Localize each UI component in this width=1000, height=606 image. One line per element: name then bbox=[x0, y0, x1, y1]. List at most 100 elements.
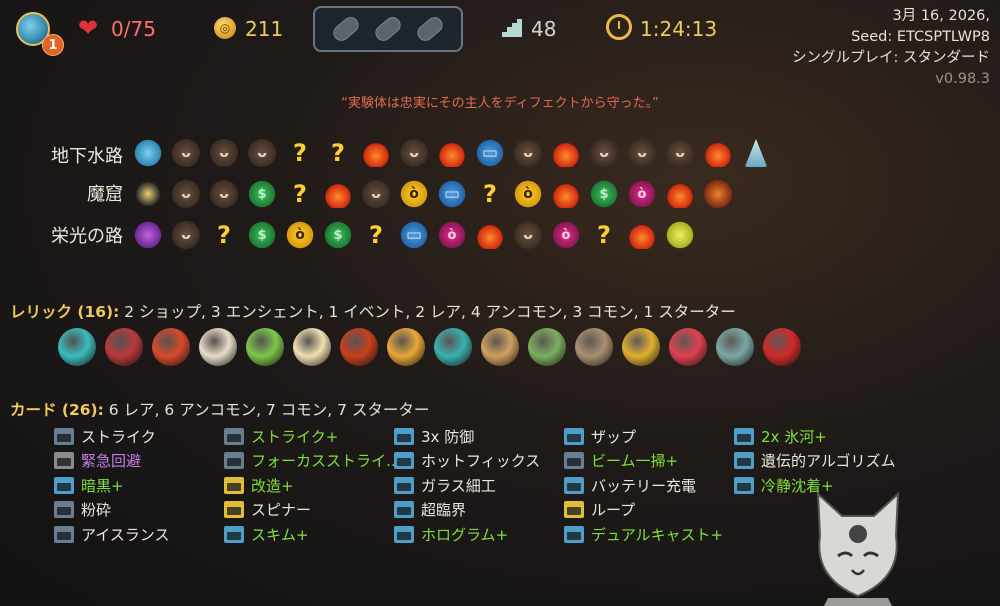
pyramid-icon[interactable] bbox=[481, 328, 519, 366]
card-list-item[interactable]: 暗黒+ bbox=[54, 473, 224, 498]
map-node-rest-icon[interactable] bbox=[324, 180, 352, 208]
map-node-elite2-icon[interactable]: ò bbox=[438, 221, 466, 249]
blood-vial-icon[interactable] bbox=[763, 328, 801, 366]
card-name: アイスランス bbox=[81, 525, 170, 544]
red-creature-icon[interactable] bbox=[669, 328, 707, 366]
card-name: 粉砕 bbox=[81, 501, 112, 520]
card-list-item[interactable]: スキム+ bbox=[224, 522, 394, 547]
map-node-treasure-icon[interactable]: ▭ bbox=[400, 221, 428, 249]
map-node-monster-icon[interactable]: ᴗ bbox=[172, 180, 200, 208]
map-node-rest-icon[interactable] bbox=[476, 221, 504, 249]
map-node-final-orange-icon[interactable] bbox=[704, 180, 732, 208]
card-list-item[interactable]: ホログラム+ bbox=[394, 522, 564, 547]
card-list-item[interactable]: 緊急回避 bbox=[54, 449, 224, 474]
card-name: 3x 防御 bbox=[421, 427, 475, 446]
map-node-monster-icon[interactable]: ᴗ bbox=[590, 139, 618, 167]
card-list-item[interactable]: 改造+ bbox=[224, 473, 394, 498]
card-list-item[interactable]: スピナー bbox=[224, 498, 394, 523]
lucky-cat-icon[interactable] bbox=[293, 328, 331, 366]
map-node-final-yellow-icon[interactable] bbox=[666, 221, 694, 249]
map-node-shop-icon[interactable]: $ bbox=[248, 180, 276, 208]
card-list-item[interactable]: 遺伝的アルゴリズム bbox=[734, 449, 904, 474]
card-list-item[interactable]: ストライク+ bbox=[224, 424, 394, 449]
card-name: フォーカスストライ… bbox=[251, 452, 394, 471]
card-name: 改造+ bbox=[251, 476, 294, 495]
map-node-treasure-icon[interactable]: ▭ bbox=[476, 139, 504, 167]
cracked-core-icon[interactable] bbox=[58, 328, 96, 366]
map-node-boss-blue-icon[interactable] bbox=[134, 139, 162, 167]
map-node-unknown-icon[interactable]: ? bbox=[210, 221, 238, 249]
card-list-item[interactable]: ガラス細工 bbox=[394, 473, 564, 498]
card-list-item[interactable]: ホットフィックス bbox=[394, 449, 564, 474]
map-node-rest-icon[interactable] bbox=[552, 180, 580, 208]
card-list-item[interactable]: フォーカスストライ… bbox=[224, 449, 394, 474]
map-node-final-crystal-icon[interactable] bbox=[744, 139, 768, 167]
card-name: ストライク bbox=[81, 427, 156, 446]
map-node-elite2-icon[interactable]: ò bbox=[552, 221, 580, 249]
map-node-rest-icon[interactable] bbox=[628, 221, 656, 249]
map-node-shop-icon[interactable]: $ bbox=[590, 180, 618, 208]
cocoa-cup-icon[interactable] bbox=[199, 328, 237, 366]
map-node-boss-purple-icon[interactable] bbox=[134, 221, 162, 249]
firework-icon[interactable] bbox=[152, 328, 190, 366]
card-list-item[interactable]: ビーム一掃+ bbox=[564, 449, 734, 474]
map-node-unknown-icon[interactable]: ? bbox=[362, 221, 390, 249]
card-name: ループ bbox=[591, 501, 636, 520]
map-node-monster-icon[interactable]: ᴗ bbox=[666, 139, 694, 167]
scissors-icon[interactable] bbox=[105, 328, 143, 366]
potion-slot-empty-icon[interactable] bbox=[414, 13, 446, 45]
card-list-item[interactable]: 粉砕 bbox=[54, 498, 224, 523]
act-3-path: ᴗ? $ ò $? ▭ ò ᴗ ò? bbox=[134, 221, 694, 249]
map-node-unknown-icon[interactable]: ? bbox=[590, 221, 618, 249]
potion-slot-empty-icon[interactable] bbox=[372, 13, 404, 45]
card-list-item[interactable]: 超臨界 bbox=[394, 498, 564, 523]
map-node-monster-icon[interactable]: ᴗ bbox=[514, 139, 542, 167]
map-node-shop-icon[interactable]: $ bbox=[324, 221, 352, 249]
relics-breakdown: 2 ショップ, 3 エンシェント, 1 イベント, 2 レア, 4 アンコモン,… bbox=[119, 303, 736, 321]
map-node-treasure-icon[interactable]: ▭ bbox=[438, 180, 466, 208]
map-node-monster-icon[interactable]: ᴗ bbox=[210, 180, 238, 208]
map-node-monster-icon[interactable]: ᴗ bbox=[514, 221, 542, 249]
potion-slot-empty-icon[interactable] bbox=[330, 13, 362, 45]
bowl-icon[interactable] bbox=[434, 328, 472, 366]
spinning-top-icon[interactable] bbox=[716, 328, 754, 366]
map-node-monster-icon[interactable]: ᴗ bbox=[210, 139, 238, 167]
map-node-unknown-icon[interactable]: ? bbox=[324, 139, 352, 167]
card-list-item[interactable]: バッテリー充電 bbox=[564, 473, 734, 498]
map-node-shop-icon[interactable]: $ bbox=[248, 221, 276, 249]
map-node-rest-icon[interactable] bbox=[438, 139, 466, 167]
run-seed[interactable]: Seed: ETCSPTLWP8 bbox=[792, 27, 990, 48]
map-node-boss-dark-icon[interactable] bbox=[134, 180, 162, 208]
card-type-skill-icon bbox=[394, 476, 414, 494]
map-node-monster-icon[interactable]: ᴗ bbox=[172, 139, 200, 167]
map-node-monster-icon[interactable]: ᴗ bbox=[400, 139, 428, 167]
map-node-monster-icon[interactable]: ᴗ bbox=[172, 221, 200, 249]
map-node-elite-icon[interactable]: ò bbox=[514, 180, 542, 208]
card-list-item[interactable]: ストライク bbox=[54, 424, 224, 449]
candelabra-icon[interactable] bbox=[528, 328, 566, 366]
map-node-rest-icon[interactable] bbox=[704, 139, 732, 167]
orrery-icon[interactable] bbox=[387, 328, 425, 366]
card-list-item[interactable]: アイスランス bbox=[54, 522, 224, 547]
map-node-elite2-icon[interactable]: ò bbox=[628, 180, 656, 208]
card-list-item[interactable]: 2x 氷河+ bbox=[734, 424, 904, 449]
map-node-elite-icon[interactable]: ò bbox=[400, 180, 428, 208]
map-node-rest-icon[interactable] bbox=[666, 180, 694, 208]
map-node-monster-icon[interactable]: ᴗ bbox=[248, 139, 276, 167]
map-node-unknown-icon[interactable]: ? bbox=[286, 139, 314, 167]
map-node-unknown-icon[interactable]: ? bbox=[476, 180, 504, 208]
membership-card-icon[interactable] bbox=[246, 328, 284, 366]
map-node-rest-icon[interactable] bbox=[552, 139, 580, 167]
vajra-icon[interactable] bbox=[622, 328, 660, 366]
card-list-item[interactable]: ループ bbox=[564, 498, 734, 523]
brazier-icon[interactable] bbox=[340, 328, 378, 366]
card-list-item[interactable]: デュアルキャスト+ bbox=[564, 522, 734, 547]
map-node-rest-icon[interactable] bbox=[362, 139, 390, 167]
card-list-item[interactable]: 3x 防御 bbox=[394, 424, 564, 449]
map-node-monster-icon[interactable]: ᴗ bbox=[628, 139, 656, 167]
map-node-elite-icon[interactable]: ò bbox=[286, 221, 314, 249]
card-list-item[interactable]: ザップ bbox=[564, 424, 734, 449]
map-node-unknown-icon[interactable]: ? bbox=[286, 180, 314, 208]
map-node-monster-icon[interactable]: ᴗ bbox=[362, 180, 390, 208]
sack-icon[interactable] bbox=[575, 328, 613, 366]
